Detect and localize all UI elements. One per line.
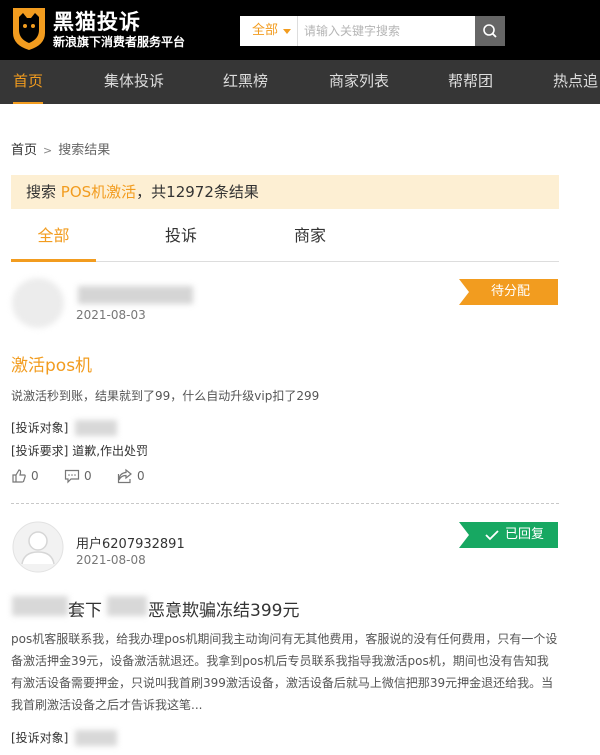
breadcrumb: 首页 > 搜索结果 <box>11 139 110 158</box>
search-result-summary: 搜索 POS机激活，共12972条结果 <box>11 175 559 209</box>
status-label: 待分配 <box>491 284 531 299</box>
title-redacted[interactable] <box>12 596 68 616</box>
post-date: 2021-08-03 <box>76 308 146 322</box>
result-prefix: 搜索 <box>26 183 61 201</box>
cat-shield-logo-icon[interactable] <box>10 5 48 51</box>
thumbs-up-icon <box>12 469 26 483</box>
search-scope-label: 全部 <box>252 23 279 38</box>
complaint-title-part[interactable]: 恶意欺骗冻结399元 <box>148 596 299 621</box>
tag-notch-icon <box>459 279 469 305</box>
post-date: 2021-08-08 <box>76 553 146 567</box>
comment-count: 0 <box>84 469 92 483</box>
card-divider <box>11 503 559 504</box>
status-label: 已回复 <box>505 527 545 542</box>
complaint-title-part[interactable]: 套下 <box>68 596 102 621</box>
request-label: [投诉要求] <box>11 444 69 458</box>
search-button[interactable] <box>475 16 505 46</box>
share-icon <box>117 468 132 484</box>
search-box: 全部 <box>240 16 505 46</box>
avatar[interactable] <box>12 278 64 328</box>
logo-title[interactable]: 黑猫投诉 <box>53 6 141 36</box>
like-button[interactable]: 0 <box>11 468 39 484</box>
result-tabs: 全部 投诉 商家 <box>11 214 559 262</box>
check-icon <box>485 530 499 541</box>
tab-all[interactable]: 全部 <box>11 214 96 262</box>
complaint-summary[interactable]: pos机客服联系我，给我办理pos机期间我主动询问有无其他费用，客服说的没有任何… <box>11 628 559 716</box>
target-redacted[interactable] <box>75 730 117 746</box>
username-redacted <box>78 286 193 304</box>
nav-red-black-list[interactable]: 红黑榜 <box>223 60 268 104</box>
breadcrumb-current: 搜索结果 <box>58 143 111 158</box>
request-value: 道歉,作出处罚 <box>72 444 149 458</box>
nav-home[interactable]: 首页 <box>13 60 44 104</box>
nav-help-group[interactable]: 帮帮团 <box>448 60 493 104</box>
result-count: ，共12972条结果 <box>136 183 259 201</box>
tab-merchants[interactable]: 商家 <box>285 214 335 262</box>
breadcrumb-home[interactable]: 首页 <box>11 143 37 158</box>
comment-icon <box>64 469 80 484</box>
like-count: 0 <box>31 469 39 483</box>
default-avatar-icon[interactable] <box>12 521 64 573</box>
target-label: [投诉对象] <box>11 731 69 745</box>
share-count: 0 <box>137 469 145 483</box>
target-redacted[interactable] <box>75 420 117 436</box>
logo-subtitle: 新浪旗下消费者服务平台 <box>53 35 186 49</box>
complaint-request: [投诉要求] 道歉,作出处罚 <box>11 442 148 459</box>
complaint-summary[interactable]: 说激活秒到账，结果就到了99，什么自动升级vip扣了299 <box>11 385 559 407</box>
complaint-target: [投诉对象] <box>11 729 68 746</box>
target-label: [投诉对象] <box>11 421 69 435</box>
status-badge: 待分配 <box>459 279 558 305</box>
search-icon <box>483 24 497 38</box>
result-keyword: POS机激活 <box>60 183 137 201</box>
tag-notch-icon <box>459 522 469 548</box>
username[interactable]: 用户6207932891 <box>76 533 185 552</box>
nav-hot-topics[interactable]: 热点追 <box>553 60 598 104</box>
nav-merchant-list[interactable]: 商家列表 <box>329 60 389 104</box>
top-header: 黑猫投诉 新浪旗下消费者服务平台 全部 <box>0 0 600 60</box>
caret-down-icon <box>283 29 291 34</box>
main-nav: 首页 集体投诉 红黑榜 商家列表 帮帮团 热点追 <box>0 60 600 104</box>
complaint-title[interactable]: 激活pos机 <box>11 351 92 376</box>
title-redacted[interactable] <box>107 596 147 616</box>
search-input[interactable] <box>304 16 474 46</box>
comment-button[interactable]: 0 <box>64 468 92 484</box>
share-button[interactable]: 0 <box>117 468 145 484</box>
status-badge: 已回复 <box>459 522 558 548</box>
search-scope-select[interactable]: 全部 <box>240 16 298 46</box>
breadcrumb-separator: > <box>43 144 53 157</box>
nav-group-complaints[interactable]: 集体投诉 <box>104 60 164 104</box>
complaint-target: [投诉对象] <box>11 419 68 436</box>
tab-complaints[interactable]: 投诉 <box>156 214 206 262</box>
